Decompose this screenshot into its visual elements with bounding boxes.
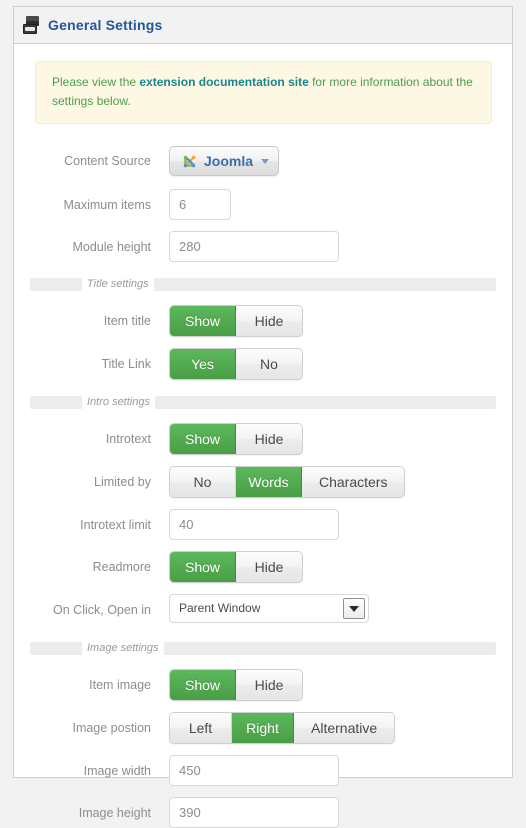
chevron-down-icon: [261, 158, 270, 164]
row-introtext-limit: Introtext limit: [14, 509, 512, 540]
introtext-option-show[interactable]: Show: [170, 424, 236, 454]
label-introtext: Introtext: [105, 432, 151, 446]
item-image-option-show[interactable]: Show: [170, 670, 236, 700]
introtext-limit-input[interactable]: [169, 509, 339, 540]
section-image-settings: Image settings: [30, 640, 496, 656]
item-image-toggle[interactable]: Show Hide: [169, 669, 303, 701]
image-position-option-alternative[interactable]: Alternative: [294, 713, 395, 743]
panel-body: Please view the extension documentation …: [14, 61, 512, 828]
general-settings-panel: General Settings Please view the extensi…: [13, 6, 513, 828]
image-width-input[interactable]: [169, 755, 339, 786]
joomla-logo-icon: [181, 153, 198, 170]
item-title-option-hide[interactable]: Hide: [236, 306, 302, 336]
label-image-height: Image height: [78, 805, 151, 820]
row-image-position: Image postion Left Right Alternative: [14, 712, 512, 744]
content-source-dropdown[interactable]: Joomla: [169, 146, 280, 176]
image-position-option-right[interactable]: Right: [232, 713, 294, 743]
label-introtext-limit: Introtext limit: [80, 517, 151, 532]
row-introtext: Introtext Show Hide: [14, 423, 512, 455]
row-module-height: Module height: [14, 231, 512, 262]
image-position-option-left[interactable]: Left: [170, 713, 232, 743]
label-on-click-open-in: On Click, Open in: [53, 603, 151, 617]
row-readmore: Readmore Show Hide: [14, 551, 512, 583]
readmore-option-hide[interactable]: Hide: [236, 552, 302, 582]
label-item-title: Item title: [103, 314, 151, 328]
label-maximum-items: Maximum items: [63, 197, 151, 212]
label-title-link: Title Link: [101, 357, 151, 371]
on-click-open-in-value[interactable]: Parent Window: [169, 594, 369, 623]
limited-by-option-characters[interactable]: Characters: [302, 467, 405, 497]
limited-by-toggle[interactable]: No Words Characters: [169, 466, 406, 498]
panel-header: General Settings: [14, 6, 512, 44]
title-link-toggle[interactable]: Yes No: [169, 348, 303, 380]
image-height-input[interactable]: [169, 797, 339, 828]
label-module-height: Module height: [72, 239, 151, 254]
item-title-toggle[interactable]: Show Hide: [169, 305, 303, 337]
section-label-image-settings: Image settings: [82, 640, 164, 656]
section-title-settings: Title settings: [30, 276, 496, 292]
on-click-open-in-select[interactable]: Parent Window: [169, 594, 369, 623]
label-limited-by: Limited by: [94, 475, 151, 489]
select-dropdown-arrow-icon[interactable]: [343, 598, 365, 619]
section-label-title-settings: Title settings: [82, 276, 154, 292]
item-title-option-show[interactable]: Show: [170, 306, 236, 336]
page-title: General Settings: [48, 17, 163, 33]
section-intro-settings: Intro settings: [30, 394, 496, 410]
notice-text-before: Please view the: [52, 75, 140, 89]
label-content-source: Content Source: [64, 154, 151, 168]
label-image-width: Image width: [83, 763, 151, 778]
limited-by-option-words[interactable]: Words: [236, 467, 302, 497]
row-item-image: Item image Show Hide: [14, 669, 512, 701]
title-link-option-no[interactable]: No: [236, 349, 302, 379]
row-on-click-open-in: On Click, Open in Parent Window: [14, 594, 512, 626]
item-image-option-hide[interactable]: Hide: [236, 670, 302, 700]
row-item-title: Item title Show Hide: [14, 305, 512, 337]
readmore-toggle[interactable]: Show Hide: [169, 551, 303, 583]
row-image-height: Image height: [14, 797, 512, 828]
label-image-position: Image postion: [72, 721, 151, 735]
module-height-input[interactable]: [169, 231, 339, 262]
row-limited-by: Limited by No Words Characters: [14, 466, 512, 498]
row-image-width: Image width: [14, 755, 512, 786]
label-readmore: Readmore: [92, 560, 151, 574]
image-position-toggle[interactable]: Left Right Alternative: [169, 712, 396, 744]
limited-by-option-no[interactable]: No: [170, 467, 236, 497]
documentation-notice: Please view the extension documentation …: [35, 61, 492, 124]
introtext-toggle[interactable]: Show Hide: [169, 423, 303, 455]
row-title-link: Title Link Yes No: [14, 348, 512, 380]
readmore-option-show[interactable]: Show: [170, 552, 236, 582]
documentation-link[interactable]: extension documentation site: [139, 75, 308, 89]
introtext-option-hide[interactable]: Hide: [236, 424, 302, 454]
label-item-image: Item image: [89, 678, 151, 692]
title-link-option-yes[interactable]: Yes: [170, 349, 236, 379]
content-source-value: Joomla: [204, 153, 254, 169]
row-maximum-items: Maximum items: [14, 189, 512, 220]
section-label-intro-settings: Intro settings: [82, 394, 155, 410]
maximum-items-input[interactable]: [169, 189, 231, 220]
row-content-source: Content Source Joomla: [14, 146, 512, 176]
stacked-modules-icon: [23, 16, 41, 34]
